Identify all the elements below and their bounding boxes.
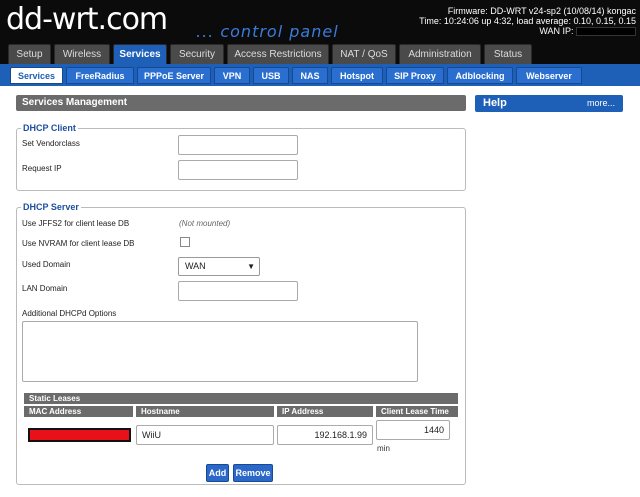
request-ip-input[interactable]	[178, 160, 298, 180]
static-leases-title: Static Leases	[24, 393, 458, 404]
dhcp-client-legend: DHCP Client	[23, 123, 76, 133]
uptime-text: Time: 10:24:06 up 4:32, load average: 0.…	[419, 16, 636, 26]
col-ip-address: IP Address	[277, 406, 373, 417]
used-domain-select[interactable]: WAN ▼	[178, 257, 260, 276]
request-ip-label: Request IP	[22, 164, 62, 173]
page-title: Services Management	[16, 95, 466, 111]
wan-ip: WAN IP:	[419, 26, 636, 37]
dhcpd-options-label: Additional DHCPd Options	[22, 309, 117, 318]
dhcpd-options-textarea[interactable]	[22, 321, 418, 382]
chevron-down-icon: ▼	[247, 262, 255, 271]
lease-time-unit: min	[377, 444, 390, 453]
mac-address-redacted[interactable]	[28, 428, 131, 442]
lan-domain-input[interactable]	[178, 281, 298, 301]
vendorclass-label: Set Vendorclass	[22, 139, 80, 148]
subtab-webserver[interactable]: Webserver	[516, 67, 582, 84]
tab-setup[interactable]: Setup	[8, 44, 51, 64]
tab-status[interactable]: Status	[484, 44, 532, 64]
lease-time-input[interactable]: 1440	[376, 420, 450, 440]
add-button[interactable]: Add	[206, 464, 229, 482]
subtab-vpn[interactable]: VPN	[214, 67, 250, 84]
dhcp-server-legend: DHCP Server	[23, 202, 79, 212]
control-panel-tagline: ... control panel	[196, 22, 339, 41]
subtab-usb[interactable]: USB	[253, 67, 289, 84]
main-tab-bar: Setup Wireless Services Security Access …	[0, 44, 640, 64]
subtab-sip-proxy[interactable]: SIP Proxy	[386, 67, 444, 84]
jffs2-note: (Not mounted)	[179, 219, 231, 228]
tab-security[interactable]: Security	[170, 44, 224, 64]
router-info: Firmware: DD-WRT v24-sp2 (10/08/14) kong…	[419, 6, 636, 37]
subtab-nas[interactable]: NAS	[292, 67, 328, 84]
firmware-text: Firmware: DD-WRT v24-sp2 (10/08/14) kong…	[447, 6, 636, 16]
ip-address-input[interactable]: 192.168.1.99	[277, 425, 373, 445]
lan-domain-label: LAN Domain	[22, 284, 68, 293]
wan-ip-label: WAN IP:	[539, 26, 574, 36]
used-domain-label: Used Domain	[22, 260, 71, 269]
jffs2-label: Use JFFS2 for client lease DB	[22, 219, 130, 228]
nvram-label: Use NVRAM for client lease DB	[22, 239, 135, 248]
help-more-link[interactable]: more...	[587, 98, 615, 108]
tab-services[interactable]: Services	[113, 44, 167, 64]
vendorclass-input[interactable]	[178, 135, 298, 155]
col-hostname: Hostname	[136, 406, 274, 417]
col-client-lease-time: Client Lease Time	[376, 406, 458, 417]
nvram-checkbox[interactable]	[180, 237, 190, 247]
tab-nat-qos[interactable]: NAT / QoS	[332, 44, 396, 64]
help-title: Help	[483, 97, 507, 109]
subtab-adblocking[interactable]: Adblocking	[447, 67, 513, 84]
wan-ip-redacted	[576, 27, 636, 37]
header: dd-wrt.com ... control panel Firmware: D…	[0, 0, 640, 44]
tab-wireless[interactable]: Wireless	[54, 44, 110, 64]
subtab-hotspot[interactable]: Hotspot	[331, 67, 383, 84]
hostname-input[interactable]: WiiU	[136, 425, 274, 445]
remove-button[interactable]: Remove	[233, 464, 273, 482]
tab-administration[interactable]: Administration	[399, 44, 481, 64]
subtab-freeradius[interactable]: FreeRadius	[66, 67, 134, 84]
subtab-services[interactable]: Services	[10, 67, 63, 84]
subtab-pppoe-server[interactable]: PPPoE Server	[137, 67, 211, 84]
col-mac-address: MAC Address	[24, 406, 133, 417]
help-panel: Help more...	[475, 95, 623, 112]
used-domain-value: WAN	[185, 261, 206, 271]
ddwrt-logo[interactable]: dd-wrt.com	[6, 2, 168, 38]
sub-tab-bar: Services FreeRadius PPPoE Server VPN USB…	[0, 64, 640, 86]
tab-access-restrictions[interactable]: Access Restrictions	[227, 44, 329, 64]
dhcp-client-section: DHCP Client	[16, 123, 466, 191]
